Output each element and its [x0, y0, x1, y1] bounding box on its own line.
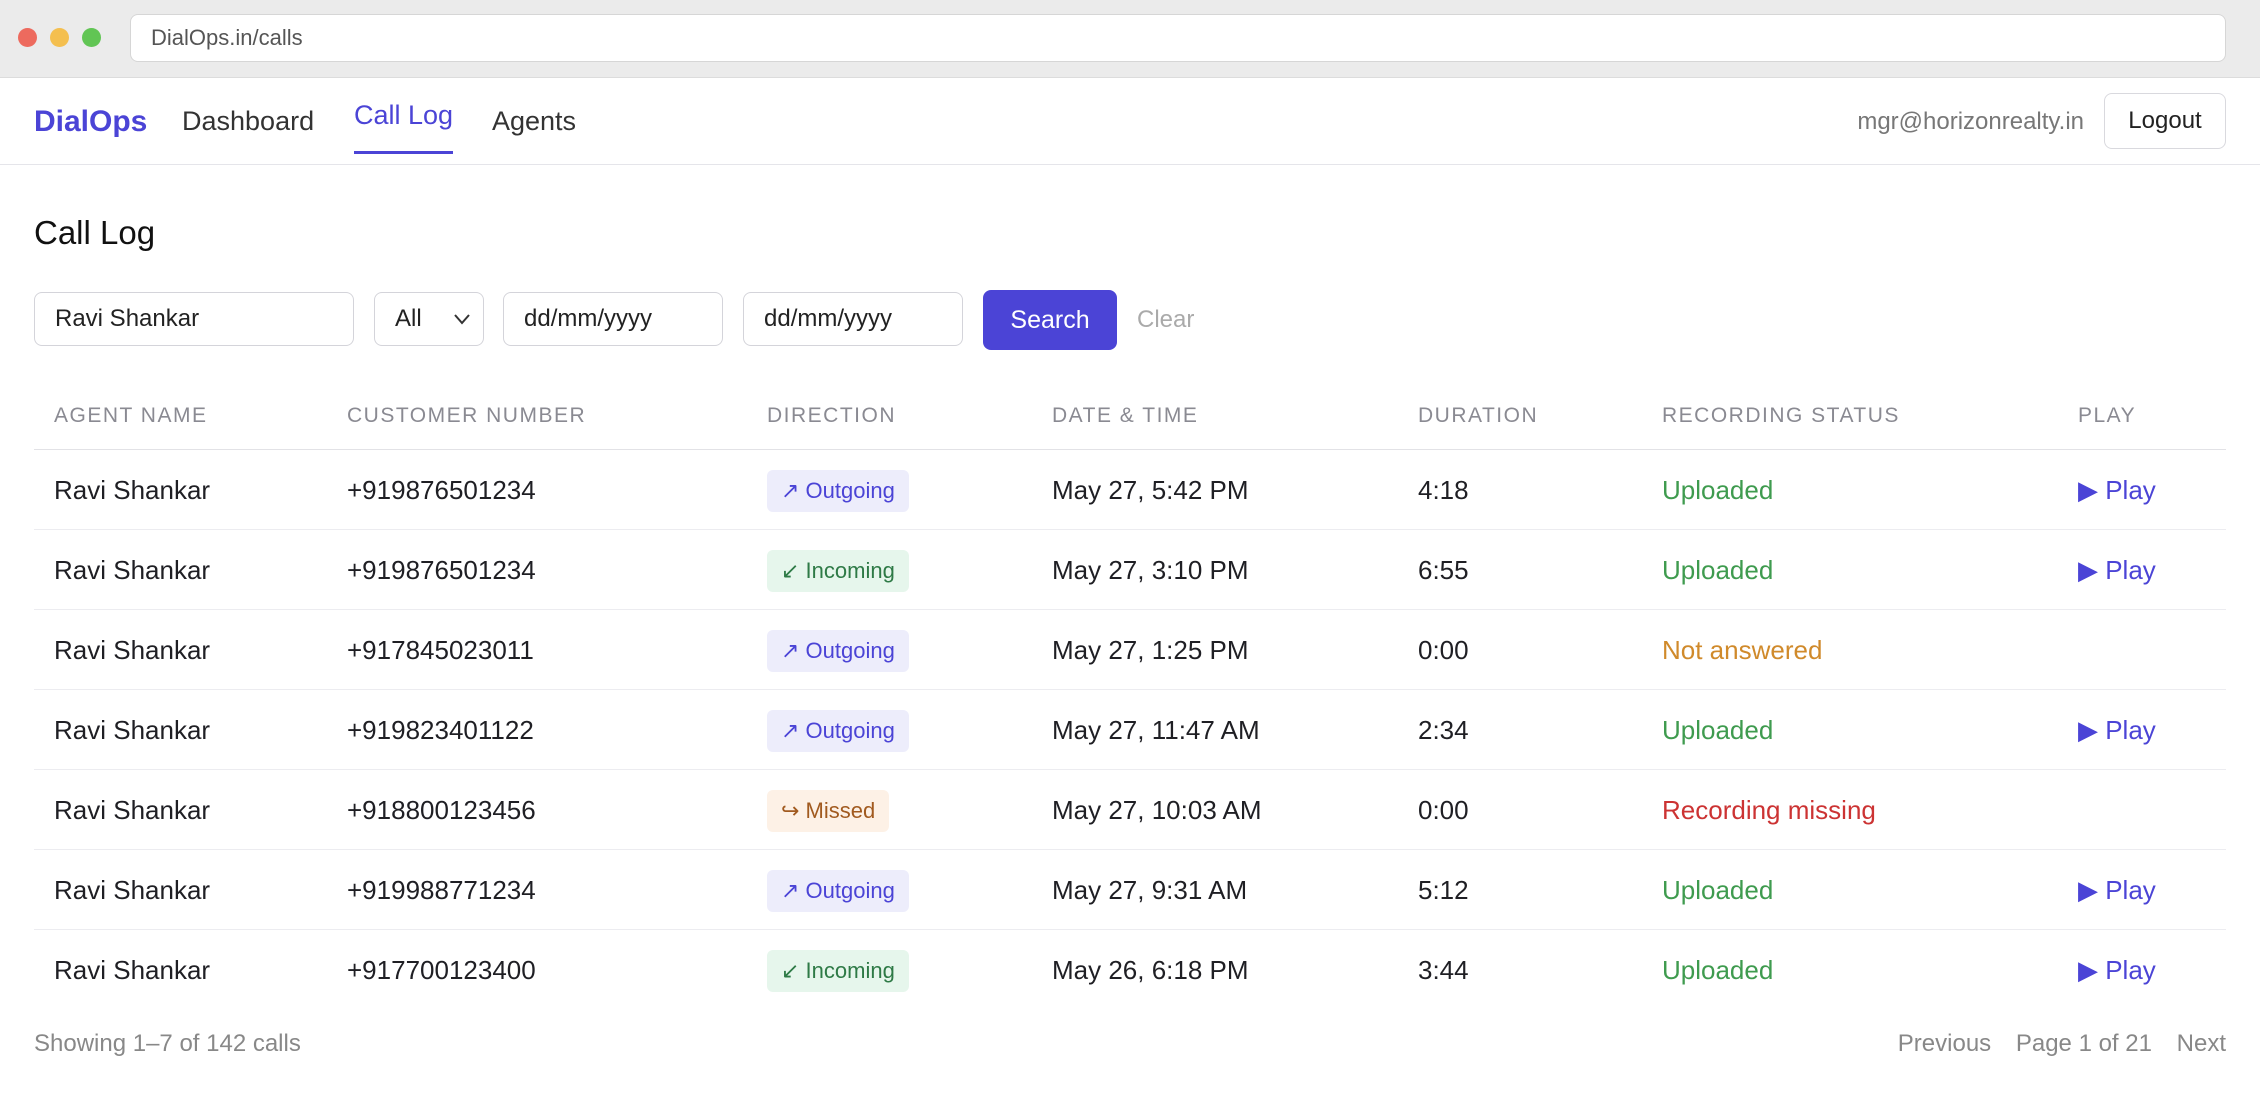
- duration: 0:00: [1418, 795, 1469, 825]
- date-time: May 27, 10:03 AM: [1052, 795, 1262, 825]
- recording-status: Recording missing: [1662, 795, 1876, 825]
- clear-button[interactable]: Clear: [1137, 290, 1194, 350]
- play-button[interactable]: ▶ Play: [2078, 690, 2156, 770]
- agent-name: Ravi Shankar: [54, 875, 211, 905]
- table-row[interactable]: Ravi Shankar +919988771234 ↗ Outgoing Ma…: [34, 850, 2226, 930]
- table-row[interactable]: Ravi Shankar +917700123400 ↙ Incoming Ma…: [34, 930, 2226, 1010]
- user-email: mgr@horizonrealty.in: [1857, 108, 2084, 135]
- header-play: PLAY: [2078, 404, 2137, 427]
- close-window-button[interactable]: [18, 28, 37, 47]
- date-time: May 27, 11:47 AM: [1052, 715, 1260, 745]
- nav-link-dashboard[interactable]: Dashboard: [182, 78, 314, 165]
- customer-number: +919876501234: [347, 475, 536, 505]
- pagination: Previous Page 1 of 21 Next: [1880, 1030, 2226, 1058]
- next-page-button[interactable]: Next: [2177, 1030, 2226, 1057]
- play-button[interactable]: ▶ Play: [2078, 850, 2156, 930]
- direction-badge: ↗ Outgoing: [767, 630, 909, 672]
- page-indicator: Page 1 of 21: [2015, 1030, 2152, 1057]
- table-row[interactable]: Ravi Shankar +919876501234 ↙ Incoming Ma…: [34, 530, 2226, 610]
- date-time: May 27, 5:42 PM: [1052, 475, 1249, 505]
- results-count: Showing 1–7 of 142 calls: [34, 1030, 301, 1057]
- logout-button[interactable]: Logout: [2104, 93, 2226, 149]
- duration: 6:55: [1418, 555, 1469, 585]
- table-row[interactable]: Ravi Shankar +918800123456 ↪ Missed May …: [34, 770, 2226, 850]
- agent-name: Ravi Shankar: [54, 475, 211, 505]
- customer-number: +918800123456: [347, 795, 536, 825]
- duration: 0:00: [1418, 635, 1469, 665]
- play-button[interactable]: ▶ Play: [2078, 530, 2156, 610]
- nav-link-call-log[interactable]: Call Log: [354, 92, 454, 154]
- nav-link-agents[interactable]: Agents: [492, 78, 576, 165]
- page-title: Call Log: [34, 214, 156, 251]
- date-time: May 27, 3:10 PM: [1052, 555, 1249, 585]
- chevron-down-icon: [451, 293, 473, 364]
- direction-badge: ↙ Incoming: [767, 550, 909, 592]
- brand-logo[interactable]: DialOps: [34, 78, 147, 165]
- top-navigation: DialOps Dashboard Call Log Agents mgr@ho…: [0, 78, 2260, 165]
- date-from-input[interactable]: dd/mm/yyyy: [503, 292, 723, 346]
- agent-name: Ravi Shankar: [54, 635, 211, 665]
- header-date-time[interactable]: DATE & TIME: [1052, 376, 1198, 456]
- customer-number: +919988771234: [347, 875, 536, 905]
- customer-number: +919876501234: [347, 555, 536, 585]
- header-recording-status[interactable]: RECORDING STATUS: [1662, 376, 1900, 456]
- recording-status: Uploaded: [1662, 955, 1774, 985]
- duration: 3:44: [1418, 955, 1469, 985]
- agent-name: Ravi Shankar: [54, 795, 211, 825]
- table-row[interactable]: Ravi Shankar +919823401122 ↗ Outgoing Ma…: [34, 690, 2226, 770]
- table-row[interactable]: Ravi Shankar +917845023011 ↗ Outgoing Ma…: [34, 610, 2226, 690]
- agent-name: Ravi Shankar: [54, 555, 211, 585]
- recording-status: Uploaded: [1662, 555, 1774, 585]
- search-button[interactable]: Search: [983, 290, 1117, 350]
- address-bar[interactable]: DialOps.in/calls: [130, 14, 2226, 62]
- date-time: May 27, 1:25 PM: [1052, 635, 1249, 665]
- recording-status: Uploaded: [1662, 475, 1774, 505]
- header-duration[interactable]: DURATION: [1418, 376, 1538, 456]
- duration: 4:18: [1418, 475, 1469, 505]
- direction-badge: ↗ Outgoing: [767, 870, 909, 912]
- previous-page-button[interactable]: Previous: [1898, 1030, 1991, 1057]
- date-time: May 27, 9:31 AM: [1052, 875, 1248, 905]
- agent-name: Ravi Shankar: [54, 955, 211, 985]
- browser-chrome: DialOps.in/calls: [0, 0, 2260, 78]
- recording-status: Not answered: [1662, 635, 1823, 665]
- table-row[interactable]: Ravi Shankar +919876501234 ↗ Outgoing Ma…: [34, 450, 2226, 530]
- recording-status: Uploaded: [1662, 715, 1774, 745]
- maximize-window-button[interactable]: [82, 28, 101, 47]
- duration: 2:34: [1418, 715, 1469, 745]
- header-customer-number[interactable]: CUSTOMER NUMBER: [347, 376, 586, 456]
- call-log-table: AGENT NAME CUSTOMER NUMBER DIRECTION DAT…: [34, 376, 2226, 1010]
- direction-badge: ↪ Missed: [767, 790, 890, 832]
- agent-name: Ravi Shankar: [54, 715, 211, 745]
- direction-select[interactable]: All: [374, 292, 484, 346]
- play-button[interactable]: ▶ Play: [2078, 930, 2156, 1010]
- direction-badge: ↙ Incoming: [767, 950, 909, 992]
- date-time: May 26, 6:18 PM: [1052, 955, 1249, 985]
- table-header: AGENT NAME CUSTOMER NUMBER DIRECTION DAT…: [34, 376, 2226, 450]
- date-to-input[interactable]: dd/mm/yyyy: [743, 292, 963, 346]
- minimize-window-button[interactable]: [50, 28, 69, 47]
- direction-badge: ↗ Outgoing: [767, 710, 909, 752]
- direction-badge: ↗ Outgoing: [767, 470, 909, 512]
- play-button[interactable]: ▶ Play: [2078, 450, 2156, 530]
- customer-number: +917700123400: [347, 955, 536, 985]
- customer-number: +917845023011: [347, 635, 534, 665]
- agent-search-input[interactable]: Ravi Shankar: [34, 292, 354, 346]
- direction-select-value: All: [395, 305, 422, 332]
- customer-number: +919823401122: [347, 715, 534, 745]
- recording-status: Uploaded: [1662, 875, 1774, 905]
- duration: 5:12: [1418, 875, 1469, 905]
- header-direction[interactable]: DIRECTION: [767, 376, 896, 456]
- header-agent-name[interactable]: AGENT NAME: [54, 376, 207, 456]
